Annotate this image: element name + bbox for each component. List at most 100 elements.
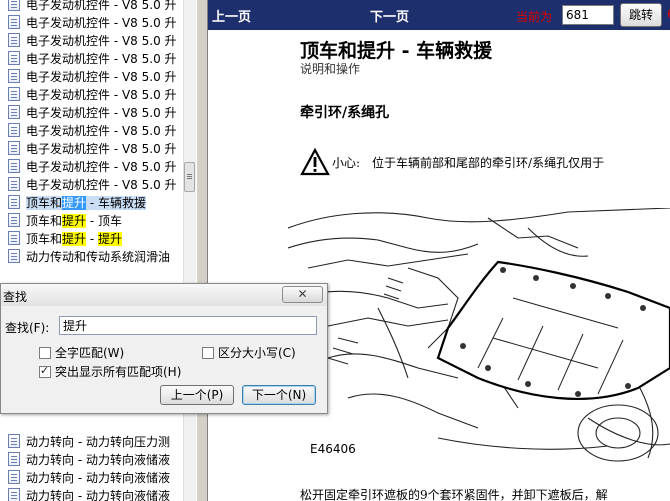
tree-scrollbar-thumb[interactable] bbox=[184, 162, 195, 192]
tree-item-label: 电子发动机控件 - V8 5.0 升 bbox=[26, 87, 177, 102]
tree-item[interactable]: 动力转向 - 动力转向液储液 bbox=[0, 450, 185, 468]
tree-item-suffix: - 顶车 bbox=[86, 213, 122, 228]
tree-item-label: 电子发动机控件 - V8 5.0 升 bbox=[26, 0, 177, 12]
tree-item-label: 顶车和提升 - 提升 bbox=[26, 230, 123, 247]
document-icon bbox=[8, 231, 20, 245]
tree-item-label: 动力转向 - 动力转向液储液 bbox=[26, 470, 170, 485]
tree-item[interactable]: 动力传动和传动系统润滑油 bbox=[0, 247, 185, 265]
document-icon bbox=[8, 159, 20, 173]
topic-tree: 电子发动机控件 - V8 5.0 升 电子发动机控件 - V8 5.0 升 电子… bbox=[0, 0, 185, 501]
find-dialog-titlebar[interactable]: 查找 ✕ bbox=[1, 284, 327, 306]
jump-button[interactable]: 跳转 bbox=[620, 3, 662, 27]
tree-item-label: 电子发动机控件 - V8 5.0 升 bbox=[26, 177, 177, 192]
caution-text: 位于车辆前部和尾部的牵引环/系绳孔仅用于 bbox=[372, 155, 605, 170]
tree-item-label: 电子发动机控件 - V8 5.0 升 bbox=[26, 123, 177, 138]
tree-item-label: 顶车和提升 - 车辆救援 bbox=[26, 194, 146, 211]
tree-item-label: 顶车和提升 - 顶车 bbox=[26, 212, 122, 229]
tow-eye-cover-illustration bbox=[288, 208, 670, 462]
close-icon: ✕ bbox=[297, 287, 308, 301]
tree-item[interactable]: 电子发动机控件 - V8 5.0 升 bbox=[0, 121, 185, 139]
find-input[interactable] bbox=[59, 316, 317, 335]
document-view: 顶车和提升 - 车辆救援 说明和操作 牵引环/系绳孔 小心: 位于车辆前部和尾部… bbox=[208, 30, 670, 501]
highlight-all-checkbox[interactable]: 突出显示所有匹配项(H) bbox=[39, 363, 181, 380]
search-highlight: 提升 bbox=[98, 231, 123, 246]
tree-item[interactable]: 顶车和提升 - 顶车 bbox=[0, 211, 185, 229]
tree-item-label: 电子发动机控件 - V8 5.0 升 bbox=[26, 105, 177, 120]
document-icon bbox=[8, 488, 20, 501]
highlight-all-label: 突出显示所有匹配项(H) bbox=[55, 365, 182, 379]
pane-splitter[interactable] bbox=[196, 0, 208, 501]
find-next-button[interactable]: 下一个(N) bbox=[242, 385, 316, 405]
tree-item[interactable]: 动力转向 - 动力转向液储液 bbox=[0, 468, 185, 486]
find-previous-button[interactable]: 上一个(P) bbox=[160, 385, 234, 405]
caution-note: 小心: 位于车辆前部和尾部的牵引环/系绳孔仅用于 bbox=[300, 148, 604, 176]
document-icon bbox=[8, 87, 20, 101]
document-icon bbox=[8, 105, 20, 119]
next-page-link[interactable]: 下一页 bbox=[370, 6, 409, 25]
document-icon bbox=[8, 123, 20, 137]
tree-item[interactable]: 电子发动机控件 - V8 5.0 升 bbox=[0, 67, 185, 85]
whole-word-label: 全字匹配(W) bbox=[55, 346, 125, 360]
document-icon bbox=[8, 434, 20, 448]
tree-item-label: 动力传动和传动系统润滑油 bbox=[26, 249, 171, 264]
tree-item[interactable]: 电子发动机控件 - V8 5.0 升 bbox=[0, 157, 185, 175]
find-label: 查找(F): bbox=[5, 321, 50, 335]
figure-label: E46406 bbox=[310, 442, 356, 456]
document-icon bbox=[8, 141, 20, 155]
tree-item-label: 电子发动机控件 - V8 5.0 升 bbox=[26, 15, 177, 30]
tree-item-label: 动力转向 - 动力转向液储液 bbox=[26, 452, 170, 467]
tree-item-label: 动力转向 - 动力转向液储液 bbox=[26, 488, 170, 501]
tree-item-prefix: 顶车和 bbox=[26, 195, 63, 210]
tree-item[interactable]: 电子发动机控件 - V8 5.0 升 bbox=[0, 139, 185, 157]
tree-item-label: 电子发动机控件 - V8 5.0 升 bbox=[26, 33, 177, 48]
tree-item[interactable]: 顶车和提升 - 车辆救援 bbox=[0, 193, 185, 211]
tree-item[interactable]: 电子发动机控件 - V8 5.0 升 bbox=[0, 49, 185, 67]
tree-item-label: 电子发动机控件 - V8 5.0 升 bbox=[26, 51, 177, 66]
search-highlight: 提升 bbox=[62, 231, 87, 246]
tree-item[interactable]: 电子发动机控件 - V8 5.0 升 bbox=[0, 85, 185, 103]
caution-label: 小心: bbox=[332, 155, 361, 170]
document-icon bbox=[8, 213, 20, 227]
doc-title: 顶车和提升 - 车辆救援 bbox=[300, 40, 493, 62]
whole-word-checkbox[interactable]: 全字匹配(W) bbox=[39, 344, 124, 361]
tree-item[interactable]: 动力转向 - 动力转向压力测 bbox=[0, 432, 185, 450]
tree-item[interactable]: 电子发动机控件 - V8 5.0 升 bbox=[0, 175, 185, 193]
document-icon bbox=[8, 177, 20, 191]
checkbox-box[interactable] bbox=[202, 346, 214, 359]
tree-scrollbar[interactable] bbox=[183, 0, 196, 501]
doc-heading: 牵引环/系绳孔 bbox=[300, 105, 390, 121]
document-icon bbox=[8, 69, 20, 83]
find-dialog-title: 查找 bbox=[3, 290, 28, 304]
tree-item[interactable]: 电子发动机控件 - V8 5.0 升 bbox=[0, 103, 185, 121]
tree-item[interactable]: 电子发动机控件 - V8 5.0 升 bbox=[0, 13, 185, 31]
document-icon bbox=[8, 195, 20, 209]
document-icon bbox=[8, 470, 20, 484]
tree-item-prefix: 顶车和 bbox=[26, 213, 63, 228]
checkbox-box-checked[interactable] bbox=[39, 364, 51, 378]
tree-item[interactable]: 顶车和提升 - 提升 bbox=[0, 229, 185, 247]
doc-subtitle: 说明和操作 bbox=[300, 62, 361, 76]
document-icon bbox=[8, 249, 20, 263]
tree-item-label: 电子发动机控件 - V8 5.0 升 bbox=[26, 141, 177, 156]
tree-item-prefix: 顶车和 bbox=[26, 231, 63, 246]
current-page-label: 当前为 bbox=[516, 10, 553, 24]
doc-body-text: 松开固定牵引环遮板的9个套环紧固件，并卸下遮板后，解 bbox=[300, 488, 608, 501]
tree-item-label: 动力转向 - 动力转向压力测 bbox=[26, 434, 170, 449]
prev-page-link[interactable]: 上一页 bbox=[212, 6, 251, 25]
document-icon bbox=[8, 51, 20, 65]
document-icon bbox=[8, 0, 20, 11]
match-case-checkbox[interactable]: 区分大小写(C) bbox=[202, 344, 296, 361]
tree-item-suffix: - 车辆救援 bbox=[86, 195, 146, 210]
match-case-label: 区分大小写(C) bbox=[218, 346, 296, 360]
tree-item-label: 电子发动机控件 - V8 5.0 升 bbox=[26, 69, 177, 84]
checkbox-box[interactable] bbox=[39, 346, 51, 359]
document-icon bbox=[8, 33, 20, 47]
warning-icon bbox=[300, 148, 330, 176]
close-button[interactable]: ✕ bbox=[282, 286, 323, 303]
tree-item-mid: - bbox=[86, 231, 98, 246]
page-number-input[interactable] bbox=[562, 5, 614, 25]
find-dialog: 查找 ✕ 查找(F): 全字匹配(W) 区分大小写(C) 突出显示所有匹配项(H… bbox=[0, 283, 328, 414]
tree-item[interactable]: 电子发动机控件 - V8 5.0 升 bbox=[0, 31, 185, 49]
tree-item[interactable]: 电子发动机控件 - V8 5.0 升 bbox=[0, 0, 185, 13]
tree-item[interactable]: 动力转向 - 动力转向液储液 bbox=[0, 486, 185, 501]
